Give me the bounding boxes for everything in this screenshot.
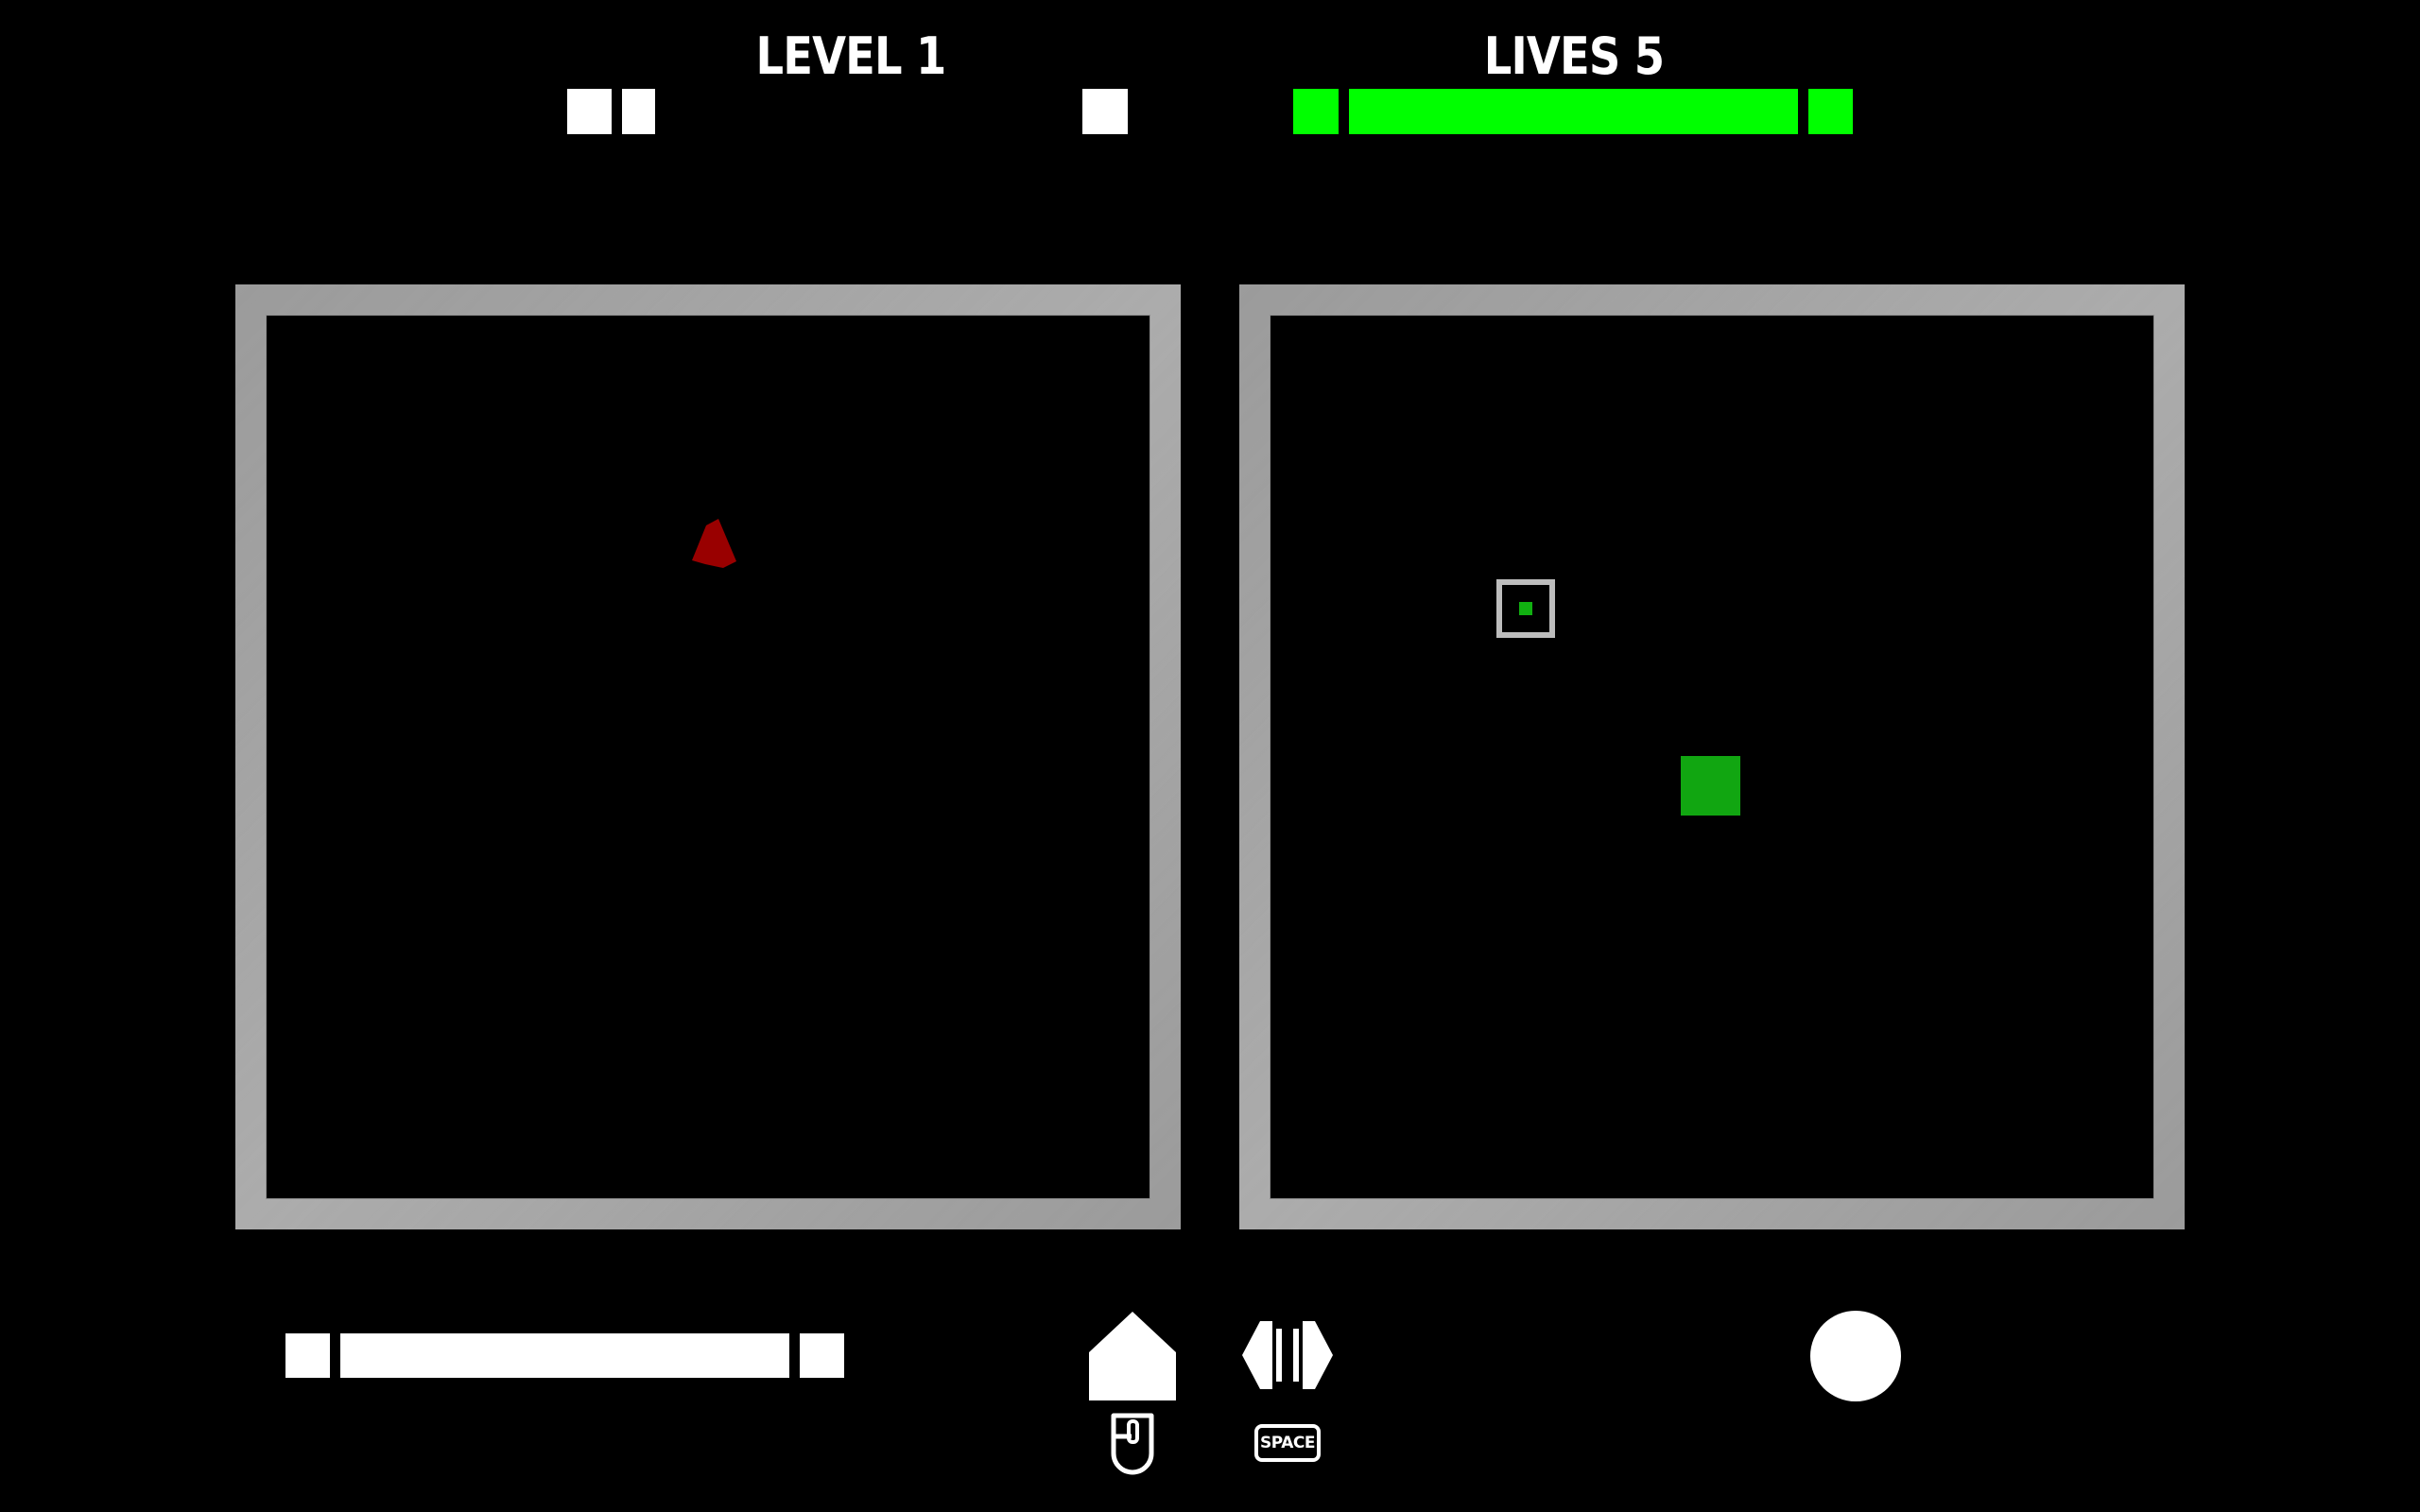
lives-bar-right-cap	[1808, 89, 1853, 134]
lives-bar	[1349, 89, 1798, 134]
enemy-shape	[692, 519, 736, 568]
power-bar-left-cap	[285, 1333, 330, 1378]
lives-bar-left-cap	[1293, 89, 1339, 134]
left-right-arrows-icon[interactable]	[1240, 1319, 1335, 1391]
level-progress-segment-2	[622, 89, 655, 134]
power-bar-right-cap	[800, 1333, 844, 1378]
target-marker	[1496, 579, 1555, 638]
mouse-icon	[1111, 1413, 1154, 1475]
lives-label: LIVES 5	[1483, 26, 1665, 86]
level-progress-segment-1	[567, 89, 612, 134]
circle-icon[interactable]	[1810, 1311, 1901, 1401]
power-bar	[340, 1333, 789, 1378]
player-block	[1681, 756, 1740, 816]
right-play-panel[interactable]	[1239, 284, 2185, 1229]
house-arrow-up-icon[interactable]	[1085, 1311, 1180, 1401]
target-dot	[1519, 602, 1532, 615]
space-key-hint: SPACE	[1254, 1424, 1321, 1462]
level-label: LEVEL 1	[755, 26, 946, 86]
left-play-panel[interactable]	[235, 284, 1181, 1229]
level-progress-marker	[1082, 89, 1128, 134]
